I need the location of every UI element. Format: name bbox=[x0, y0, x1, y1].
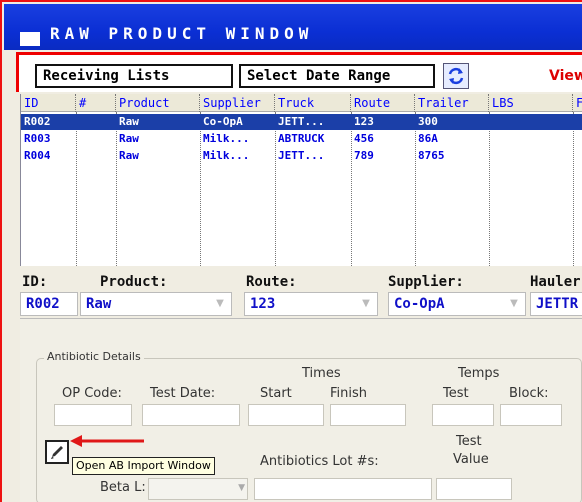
grid-header: ID # Product Supplier Truck Route Traile… bbox=[21, 94, 582, 112]
test-value-input[interactable] bbox=[436, 478, 512, 500]
cell-supplier: Milk... bbox=[203, 149, 250, 162]
view-link[interactable]: View bbox=[549, 68, 582, 84]
cell-lbs bbox=[489, 131, 573, 147]
open-ab-import-tooltip: Open AB Import Window bbox=[72, 457, 215, 475]
antibiotics-lot-input[interactable] bbox=[254, 478, 432, 500]
chevron-down-icon[interactable]: ▼ bbox=[506, 294, 522, 314]
beta-l-label: Beta L: bbox=[100, 480, 146, 495]
cell-trailer: 300 bbox=[418, 115, 438, 128]
temps-label: Temps bbox=[458, 366, 500, 381]
window-icon bbox=[20, 32, 40, 46]
cell-route: 789 bbox=[354, 149, 374, 162]
chevron-down-icon[interactable]: ▼ bbox=[358, 294, 374, 314]
table-row[interactable]: R002 Raw Co-OpA JETT... 123 300 bbox=[21, 114, 582, 130]
cell-truck: ABTRUCK bbox=[278, 132, 325, 145]
column-header-number[interactable]: # bbox=[76, 94, 116, 112]
supplier-label: Supplier: bbox=[388, 274, 464, 290]
antibiotic-details-legend: Antibiotic Details bbox=[44, 350, 144, 363]
route-label: Route: bbox=[246, 274, 297, 290]
antibiotics-lot-label: Antibiotics Lot #s: bbox=[260, 454, 379, 469]
times-label: Times bbox=[302, 366, 341, 381]
cell-truck: JETT... bbox=[278, 115, 325, 128]
id-label: ID: bbox=[22, 274, 48, 290]
select-date-range-button[interactable]: Select Date Range bbox=[239, 64, 435, 88]
hauler-select[interactable]: JETTR bbox=[530, 292, 582, 316]
column-header-id[interactable]: ID bbox=[21, 94, 76, 112]
cell-truck: JETT... bbox=[278, 149, 325, 162]
cell-trailer: 86A bbox=[418, 132, 438, 145]
id-field[interactable]: R002 bbox=[20, 292, 78, 316]
window-title: RAW PRODUCT WINDOW bbox=[50, 24, 314, 43]
cell-number bbox=[76, 114, 116, 130]
table-row[interactable]: R003 Raw Milk... ABTRUCK 456 86A bbox=[21, 131, 582, 147]
block-label: Block: bbox=[509, 386, 549, 401]
finish-time-input[interactable] bbox=[330, 404, 406, 426]
toolbar: Receiving Lists Select Date Range View bbox=[16, 52, 582, 92]
receiving-grid[interactable]: ID # Product Supplier Truck Route Traile… bbox=[20, 94, 582, 266]
cell-id: R003 bbox=[24, 132, 51, 145]
cell-id: R002 bbox=[24, 115, 51, 128]
cell-lbs bbox=[489, 114, 573, 130]
hauler-label: Hauler bbox=[530, 274, 581, 290]
test-value-label-line1: Test bbox=[456, 434, 482, 449]
refresh-icon[interactable] bbox=[443, 63, 469, 89]
cell-route: 123 bbox=[354, 115, 374, 128]
column-header-trailer[interactable]: Trailer bbox=[415, 94, 489, 112]
chevron-down-icon[interactable]: ▼ bbox=[238, 483, 245, 493]
test-temp-label: Test bbox=[443, 386, 469, 401]
cell-product: Raw bbox=[119, 132, 139, 145]
cell-number bbox=[76, 148, 116, 164]
test-value-label-line2: Value bbox=[453, 452, 489, 467]
test-date-input[interactable] bbox=[142, 404, 240, 426]
cell-trailer: 8765 bbox=[418, 149, 445, 162]
table-row[interactable]: R004 Raw Milk... JETT... 789 8765 bbox=[21, 148, 582, 164]
start-time-input[interactable] bbox=[248, 404, 324, 426]
column-header-route[interactable]: Route bbox=[351, 94, 415, 112]
cell-route: 456 bbox=[354, 132, 374, 145]
title-bar: RAW PRODUCT WINDOW bbox=[4, 4, 582, 50]
cell-id: R004 bbox=[24, 149, 51, 162]
op-code-input[interactable] bbox=[54, 404, 132, 426]
chevron-down-icon[interactable]: ▼ bbox=[212, 294, 228, 314]
cell-supplier: Co-OpA bbox=[203, 115, 243, 128]
red-arrow-icon bbox=[70, 435, 144, 447]
column-header-lbs[interactable]: LBS bbox=[489, 94, 573, 112]
column-header-truck[interactable]: Truck bbox=[275, 94, 351, 112]
op-code-label: OP Code: bbox=[62, 386, 122, 401]
test-date-label: Test Date: bbox=[150, 386, 216, 401]
cell-supplier: Milk... bbox=[203, 132, 250, 145]
finish-label: Finish bbox=[330, 386, 368, 401]
beta-l-select[interactable]: ▼ bbox=[148, 478, 248, 500]
start-label: Start bbox=[260, 386, 292, 401]
column-header-f[interactable]: F bbox=[573, 94, 582, 112]
product-select[interactable]: Raw bbox=[80, 292, 232, 316]
cell-lbs bbox=[489, 148, 573, 164]
cell-product: Raw bbox=[119, 115, 139, 128]
raw-product-window: RAW PRODUCT WINDOW Receiving Lists Selec… bbox=[0, 0, 582, 502]
column-header-supplier[interactable]: Supplier bbox=[200, 94, 275, 112]
block-temp-input[interactable] bbox=[500, 404, 562, 426]
receiving-lists-button[interactable]: Receiving Lists bbox=[35, 64, 233, 88]
test-temp-input[interactable] bbox=[432, 404, 494, 426]
product-label: Product: bbox=[100, 274, 168, 290]
column-header-product[interactable]: Product bbox=[116, 94, 200, 112]
pencil-icon[interactable] bbox=[45, 440, 69, 464]
cell-number bbox=[76, 131, 116, 147]
cell-product: Raw bbox=[119, 149, 139, 162]
